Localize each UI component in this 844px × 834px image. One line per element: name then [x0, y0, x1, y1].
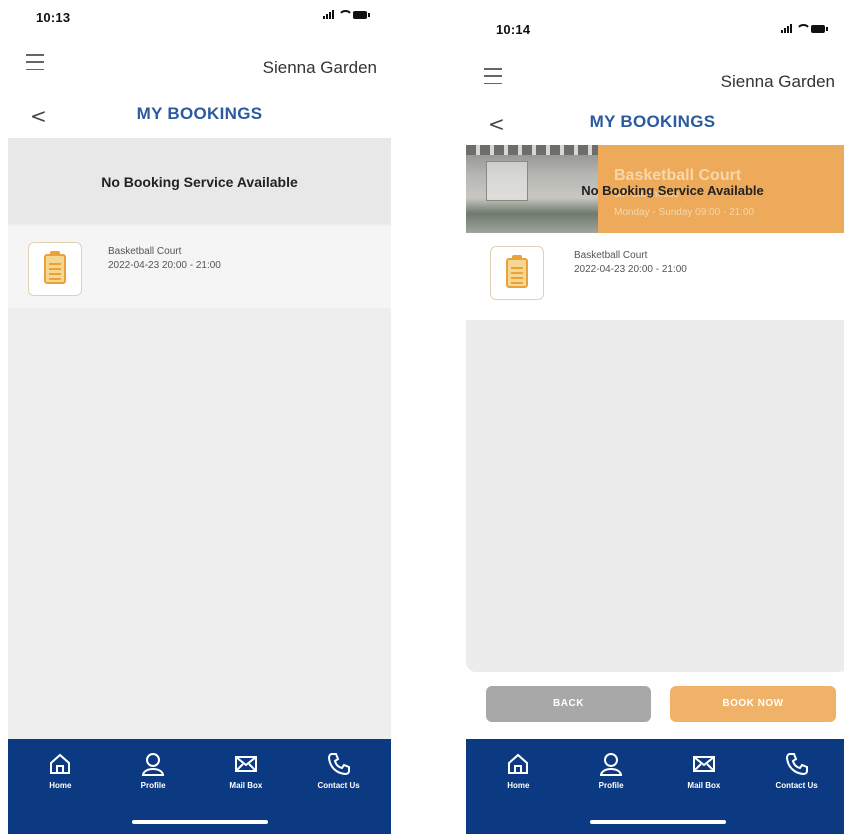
- nav-label: Contact Us: [317, 781, 360, 790]
- booking-list-item[interactable]: Basketball Court 2022-04-23 20:00 - 21:0…: [8, 226, 391, 308]
- booking-panel: [466, 320, 844, 672]
- profile-icon: [599, 753, 623, 776]
- nav-mailbox[interactable]: Mail Box: [206, 751, 286, 790]
- status-time: 10:13: [36, 10, 71, 25]
- home-indicator: [131, 820, 268, 824]
- status-bar: 10:14: [466, 0, 844, 37]
- bottom-nav: Home Profile Mail Box Contact Us: [466, 739, 844, 834]
- phone-icon: [327, 753, 350, 776]
- status-icons: [323, 10, 370, 19]
- phone-icon: [785, 753, 808, 776]
- booking-icon-box: [490, 246, 544, 300]
- booking-list-item[interactable]: Basketball Court 2022-04-23 20:00 - 21:0…: [466, 234, 844, 320]
- nav-label: Profile: [598, 781, 624, 790]
- title-row: < MY BOOKINGS: [466, 108, 844, 138]
- booking-icon-box: [28, 242, 82, 296]
- banner-opening-hours: Monday - Sunday 09:00 - 21:00: [614, 207, 755, 218]
- nav-label: Profile: [140, 781, 166, 790]
- nav-label: Home: [507, 781, 530, 790]
- mail-icon: [692, 756, 715, 772]
- title-row: < MY BOOKINGS: [8, 100, 391, 130]
- content-area: No Booking Service Available Basketball …: [8, 138, 391, 739]
- profile-icon: [141, 753, 165, 776]
- home-icon: [508, 753, 529, 774]
- nav-label: Mail Box: [687, 781, 721, 790]
- phone-screen-left: 10:13 Sienna Garden < MY BOOKINGS No Boo…: [8, 0, 391, 834]
- facility-banner[interactable]: Basketball Court 3/F Clubhouse Monday - …: [466, 145, 844, 233]
- no-service-text: No Booking Service Available: [101, 174, 298, 190]
- book-now-button[interactable]: BOOK NOW: [670, 686, 836, 722]
- estate-name: Sienna Garden: [262, 58, 377, 77]
- nav-label: Mail Box: [229, 781, 263, 790]
- nav-contact[interactable]: Contact Us: [757, 751, 837, 790]
- bottom-nav: Home Profile Mail Box Contact Us: [8, 739, 391, 834]
- menu-icon[interactable]: [484, 68, 502, 84]
- battery-icon: [353, 10, 370, 19]
- status-icons: [781, 24, 828, 33]
- nav-profile[interactable]: Profile: [113, 751, 193, 790]
- booking-time: 2022-04-23 20:00 - 21:00: [108, 260, 221, 271]
- nav-home[interactable]: Home: [478, 751, 558, 790]
- battery-icon: [811, 24, 828, 33]
- no-service-notice: No Booking Service Available: [8, 138, 391, 224]
- no-service-text: No Booking Service Available: [581, 183, 764, 198]
- status-bar: 10:13: [8, 0, 391, 36]
- nav-mailbox[interactable]: Mail Box: [664, 751, 744, 790]
- wifi-icon: [338, 10, 353, 19]
- nav-label: Contact Us: [775, 781, 818, 790]
- page-title: MY BOOKINGS: [136, 104, 263, 123]
- home-icon: [50, 753, 71, 774]
- nav-label: Home: [49, 781, 72, 790]
- nav-contact[interactable]: Contact Us: [299, 751, 379, 790]
- clipboard-icon: [506, 255, 528, 288]
- menu-icon[interactable]: [26, 54, 44, 70]
- nav-home[interactable]: Home: [20, 751, 100, 790]
- booking-name: Basketball Court: [574, 250, 648, 261]
- home-indicator: [589, 820, 726, 824]
- mail-icon: [234, 756, 257, 772]
- back-button[interactable]: BACK: [486, 686, 651, 722]
- booking-name: Basketball Court: [108, 246, 182, 257]
- estate-name: Sienna Garden: [720, 72, 835, 91]
- signal-icon: [781, 24, 792, 33]
- wifi-icon: [796, 24, 811, 33]
- booking-time: 2022-04-23 20:00 - 21:00: [574, 264, 687, 275]
- clipboard-icon: [44, 251, 66, 284]
- page-title: MY BOOKINGS: [589, 112, 716, 131]
- nav-profile[interactable]: Profile: [571, 751, 651, 790]
- signal-icon: [323, 10, 334, 19]
- status-time: 10:14: [496, 22, 531, 37]
- phone-screen-right: 10:14 Sienna Garden < MY BOOKINGS Basket…: [466, 0, 844, 834]
